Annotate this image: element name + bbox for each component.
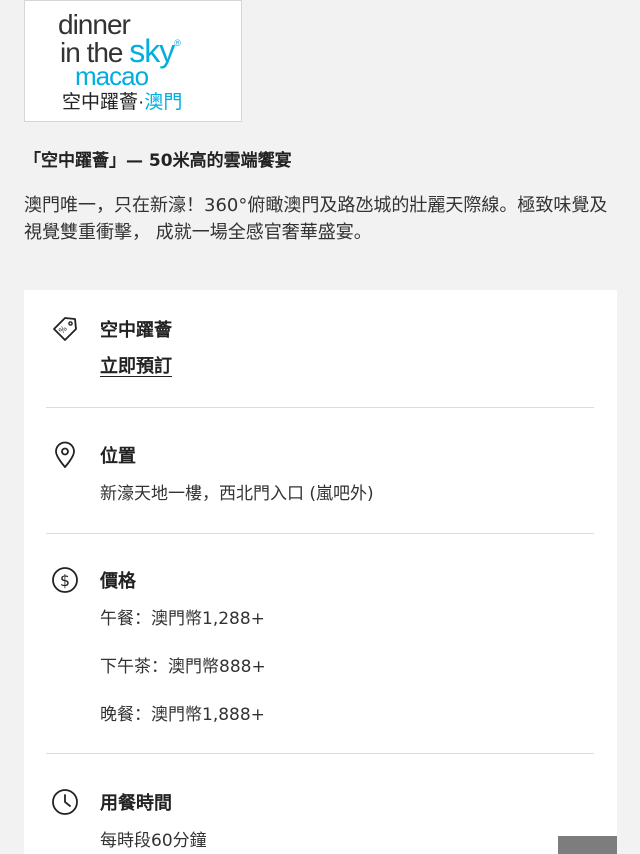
- location-section: 位置 新濠天地一樓，西北門入口 (嵐吧外): [46, 438, 594, 508]
- dollar-icon: $: [52, 567, 78, 593]
- price-section: $ 價格 午餐：澳門幣1,288+ 下午茶：澳門幣888+ 晚餐：澳門幣1,88…: [46, 563, 594, 733]
- venue-title: 空中躍薈: [100, 320, 172, 341]
- svg-text:$: $: [60, 571, 70, 590]
- info-card: % 空中躍薈 立即預訂 位置 新濠天地一樓，西北門入口 (嵐吧外) $ 價格 午…: [24, 290, 617, 854]
- dining-time-text: 每時段60分鐘: [100, 831, 207, 851]
- logo-line-chinese: 空中躍薈·澳門: [62, 93, 182, 112]
- price-dinner: 晚餐：澳門幣1,888+: [100, 705, 265, 725]
- divider: [46, 753, 594, 754]
- logo-registered-mark: ®: [174, 38, 181, 48]
- page-headline: 「空中躍薈」— 50米高的雲端饗宴: [24, 151, 292, 171]
- price-afternoon-tea: 下午茶：澳門幣888+: [100, 657, 266, 677]
- divider: [46, 407, 594, 408]
- intro-paragraph: 澳門唯一，只在新濠！360°俯瞰澳門及路氹城的壯麗天際線。極致味覺及視覺雙重衝擊…: [24, 195, 608, 243]
- dining-time-title: 用餐時間: [100, 793, 172, 814]
- venue-section: % 空中躍薈 立即預訂: [46, 312, 594, 392]
- logo-chinese-name: 空中躍薈·: [62, 92, 145, 113]
- location-title: 位置: [100, 446, 136, 467]
- book-now-link[interactable]: 立即預訂: [100, 352, 172, 378]
- price-title: 價格: [100, 571, 136, 592]
- logo-chinese-macau: 澳門: [144, 92, 183, 113]
- price-lunch: 午餐：澳門幣1,288+: [100, 609, 265, 629]
- dinner-in-the-sky-logo: dinner in the sky® macao 空中躍薈·澳門: [24, 0, 242, 122]
- location-pin-icon: [55, 441, 75, 469]
- location-text: 新濠天地一樓，西北門入口 (嵐吧外): [100, 484, 374, 504]
- dining-time-section: 用餐時間 每時段60分鐘: [46, 785, 594, 854]
- tag-icon: %: [53, 317, 77, 341]
- clock-icon: [52, 789, 78, 815]
- back-to-top-button[interactable]: [558, 836, 617, 854]
- logo-line-macao: macao: [75, 61, 149, 91]
- divider: [46, 533, 594, 534]
